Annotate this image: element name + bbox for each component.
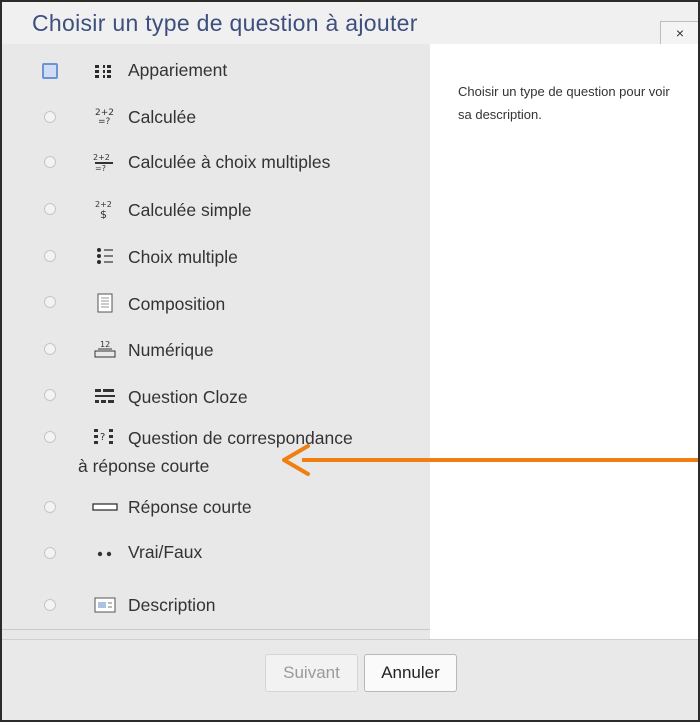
option-label: Composition (128, 294, 226, 314)
radio-random-short-answer-matching[interactable] (44, 431, 56, 443)
option-short-answer[interactable]: Réponse courte (2, 484, 430, 528)
option-cloze[interactable]: Question Cloze (2, 374, 430, 418)
option-multiple-choice[interactable]: Choix multiple (2, 234, 430, 278)
list-separator (2, 629, 430, 630)
option-label-line2: à réponse courte (78, 456, 210, 476)
calculated-simple-icon: 2+2 $ (92, 199, 118, 219)
option-label: Numérique (128, 340, 214, 360)
question-type-dialog: Choisir un type de question à ajouter × … (0, 0, 700, 722)
radio-short-answer[interactable] (44, 501, 56, 513)
radio-calculated-simple[interactable] (44, 203, 56, 215)
radio-numerical[interactable] (44, 343, 56, 355)
short-answer-icon (92, 497, 118, 517)
option-description[interactable]: Description (2, 584, 430, 628)
svg-text:?: ? (100, 432, 105, 443)
close-button[interactable]: × (660, 21, 698, 45)
radio-calculated[interactable] (44, 111, 56, 123)
option-label: Calculée simple (128, 200, 252, 220)
next-button[interactable]: Suivant (265, 654, 358, 692)
option-calculated[interactable]: 2+2 =? Calculée (2, 94, 430, 138)
option-label: Vrai/Faux (128, 542, 203, 562)
radio-cloze[interactable] (44, 389, 56, 401)
radio-description[interactable] (44, 599, 56, 611)
radio-multiple-choice[interactable] (44, 250, 56, 262)
option-numerical[interactable]: 12 Numérique (2, 328, 430, 372)
option-label: Appariement (128, 60, 228, 80)
radio-matching[interactable] (42, 63, 58, 79)
radio-essay[interactable] (44, 296, 56, 308)
svg-text:=?: =? (98, 117, 111, 125)
dialog-titlebar: Choisir un type de question à ajouter × (2, 2, 698, 45)
option-matching[interactable]: Appariement (2, 44, 430, 88)
cancel-button[interactable]: Annuler (364, 654, 457, 692)
option-label: Description (128, 595, 216, 615)
calculated-multichoice-icon: 2+2 =? (92, 152, 118, 172)
svg-text:=?: =? (95, 164, 106, 172)
option-label: Calculée à choix multiples (128, 152, 331, 172)
option-true-false[interactable]: Vrai/Faux (2, 532, 430, 576)
svg-text:2+2: 2+2 (93, 153, 110, 162)
option-label: Calculée (128, 107, 197, 127)
option-label: Question Cloze (128, 387, 248, 407)
question-type-list: Appariement 2+2 =? Calculée 2+2 =? Calculé… (2, 44, 430, 639)
annotation-arrow-icon (282, 444, 698, 476)
svg-text:12: 12 (100, 340, 110, 349)
matching-icon (92, 62, 118, 82)
close-icon: × (675, 25, 685, 41)
random-short-answer-matching-icon: ? (92, 427, 118, 447)
numerical-icon: 12 (92, 339, 118, 359)
option-label: Choix multiple (128, 247, 238, 267)
description-text: Choisir un type de question pour voir sa… (458, 84, 670, 122)
svg-text:$: $ (100, 208, 107, 219)
cloze-icon (92, 386, 118, 406)
option-calculated-simple[interactable]: 2+2 $ Calculée simple (2, 187, 430, 231)
option-label: Réponse courte (128, 497, 252, 517)
option-essay[interactable]: Composition (2, 281, 430, 325)
radio-calculated-multichoice[interactable] (44, 156, 56, 168)
calculated-icon: 2+2 =? (92, 106, 118, 126)
description-icon (92, 595, 118, 615)
multiple-choice-icon (92, 246, 118, 266)
radio-true-false[interactable] (44, 547, 56, 559)
dialog-title: Choisir un type de question à ajouter (32, 10, 418, 36)
description-panel: Choisir un type de question pour voir sa… (430, 44, 698, 639)
option-calculated-multichoice[interactable]: 2+2 =? Calculée à choix multiples (2, 140, 430, 184)
essay-icon (92, 293, 118, 313)
true-false-icon (92, 543, 118, 563)
footer-divider (2, 639, 698, 640)
